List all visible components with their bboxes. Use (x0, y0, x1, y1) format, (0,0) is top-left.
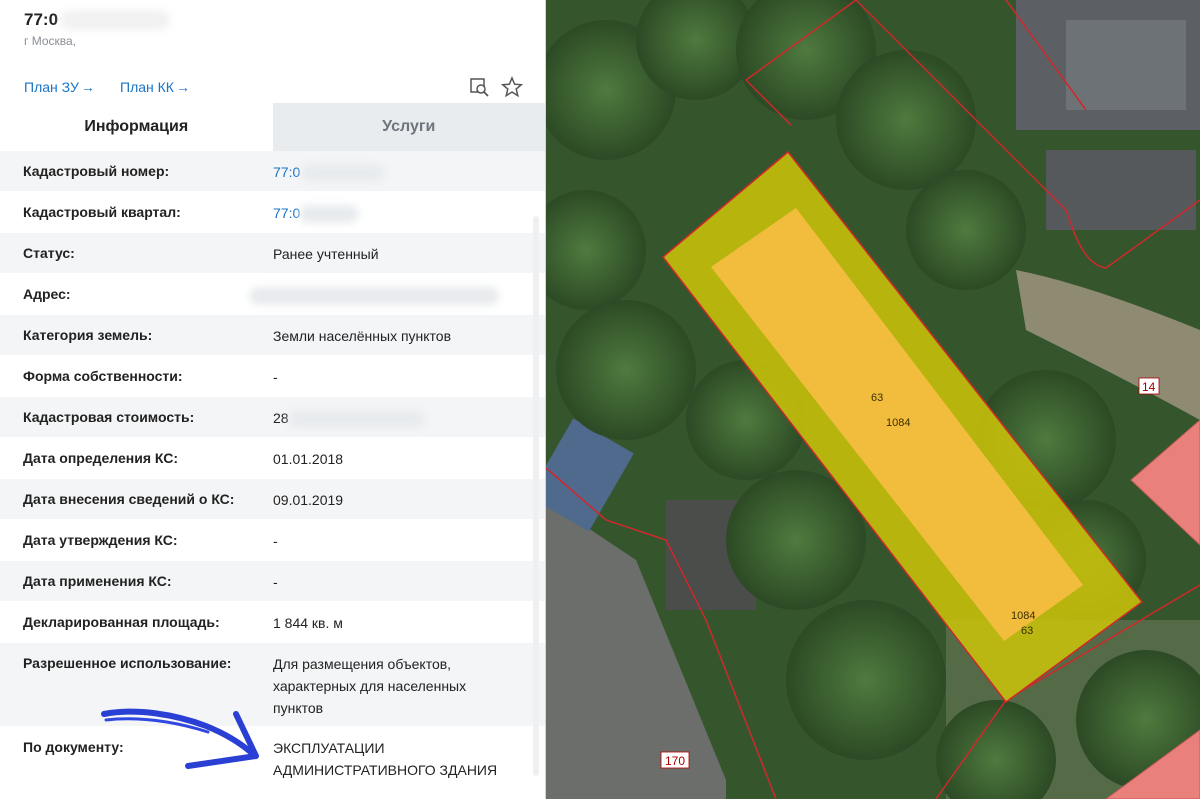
plan-kk-link[interactable]: План КК → (120, 79, 190, 95)
annotation-arrow-icon (101, 708, 259, 769)
redacted-value (301, 164, 385, 182)
satellite-map[interactable]: 63 1084 1084 63 14 170 (546, 0, 1200, 799)
star-icon[interactable] (500, 76, 524, 98)
row-label: Адрес: (23, 286, 71, 302)
redacted-value (249, 287, 499, 305)
row-ks-approval-date: Дата утверждения КС: - (0, 520, 545, 561)
row-value-link[interactable]: 77:0 (249, 192, 545, 232)
tab-services[interactable]: Услуги (272, 103, 545, 151)
search-map-icon[interactable] (468, 76, 490, 98)
row-value: Для размещения объектов, характерных для… (273, 656, 467, 716)
row-by-document: По документу: ЭКСПЛУАТАЦИИ АДМИНИСТРАТИВ… (0, 727, 545, 797)
tab-bar: Информация Услуги (0, 103, 545, 151)
parcel-label: 63 (871, 392, 883, 404)
row-cadastral-quarter: Кадастровый квартал: 77:0 (0, 192, 545, 233)
row-ks-application-date: Дата применения КС: - (0, 561, 545, 602)
city-label: г Москва, (24, 34, 77, 48)
redacted-value (289, 410, 425, 428)
info-panel: 77:0 г Москва, План ЗУ → План КК → Инфор… (0, 0, 546, 799)
row-value: 01.01.2018 (273, 451, 344, 467)
row-value: 09.01.2019 (273, 492, 344, 508)
number-badge: 170 (660, 751, 690, 769)
row-label: Кадастровый номер: (23, 163, 170, 179)
cadastral-number-title: 77:0 (24, 10, 59, 29)
arrow-right-icon: → (80, 79, 95, 95)
row-ownership-form: Форма собственности: - (0, 356, 545, 397)
row-label: Кадастровая стоимость: (23, 409, 195, 425)
row-value: ЭКСПЛУАТАЦИИ АДМИНИСТРАТИВНОГО ЗДАНИЯ (273, 740, 498, 778)
row-cadastral-value: Кадастровая стоимость: 28 (0, 397, 545, 438)
row-label: Декларированная площадь: (23, 614, 220, 630)
row-value: 1 844 кв. м (273, 615, 343, 631)
app-root: 77:0 г Москва, План ЗУ → План КК → Инфор… (0, 0, 1200, 799)
plan-kk-label: План КК (120, 79, 174, 95)
row-value: Земли населённых пунктов (273, 328, 452, 344)
tab-information[interactable]: Информация (0, 103, 273, 151)
row-value-link[interactable]: 77:0 (249, 151, 545, 191)
arrow-right-icon: → (175, 79, 190, 95)
building-roof (1066, 20, 1186, 110)
badge-text: 14 (1142, 380, 1156, 394)
plan-zu-link[interactable]: План ЗУ → (24, 79, 95, 95)
row-value: 77:0 (273, 164, 301, 180)
corner-label: 1084 (1011, 610, 1035, 622)
info-table: Кадастровый номер: 77:0 Кадастровый квар… (0, 151, 545, 797)
row-status: Статус: Ранее учтенный (0, 233, 545, 274)
row-label: Форма собственности: (23, 368, 183, 384)
redacted-title (60, 10, 170, 30)
parcel-label: 1084 (886, 417, 910, 429)
row-label: Дата внесения сведений о КС: (23, 491, 235, 507)
row-label: Дата определения КС: (23, 450, 179, 466)
row-ks-entry-date: Дата внесения сведений о КС: 09.01.2019 (0, 479, 545, 520)
row-value (249, 274, 545, 314)
row-label: Категория земель: (23, 327, 153, 343)
row-land-category: Категория земель: Земли населённых пункт… (0, 315, 545, 356)
panel-header: 77:0 г Москва, План ЗУ → План КК → (0, 0, 545, 103)
panel-scrollbar[interactable] (533, 216, 539, 776)
redacted-value (299, 205, 359, 223)
row-value: - (273, 533, 278, 549)
row-cadastral-number: Кадастровый номер: 77:0 (0, 151, 545, 192)
row-value: 77:0 (273, 205, 301, 221)
plan-zu-label: План ЗУ (24, 79, 79, 95)
row-ks-determination-date: Дата определения КС: 01.01.2018 (0, 438, 545, 479)
row-value: Ранее учтенный (273, 246, 379, 262)
number-badge: 14 (1138, 377, 1160, 395)
row-value: - (273, 369, 278, 385)
row-declared-area: Декларированная площадь: 1 844 кв. м (0, 602, 545, 643)
badge-text: 170 (665, 754, 685, 768)
row-value-text: 28 (273, 410, 289, 426)
row-address: Адрес: (0, 274, 545, 315)
row-label: Дата применения КС: (23, 573, 172, 589)
row-value: 28 (249, 397, 545, 437)
corner-label: 63 (1021, 625, 1033, 637)
row-label: Кадастровый квартал: (23, 204, 181, 220)
row-value: - (273, 574, 278, 590)
row-permitted-use: Разрешенное использование: Для размещени… (0, 643, 545, 727)
row-label: Дата утверждения КС: (23, 532, 178, 548)
row-label: Статус: (23, 245, 75, 261)
